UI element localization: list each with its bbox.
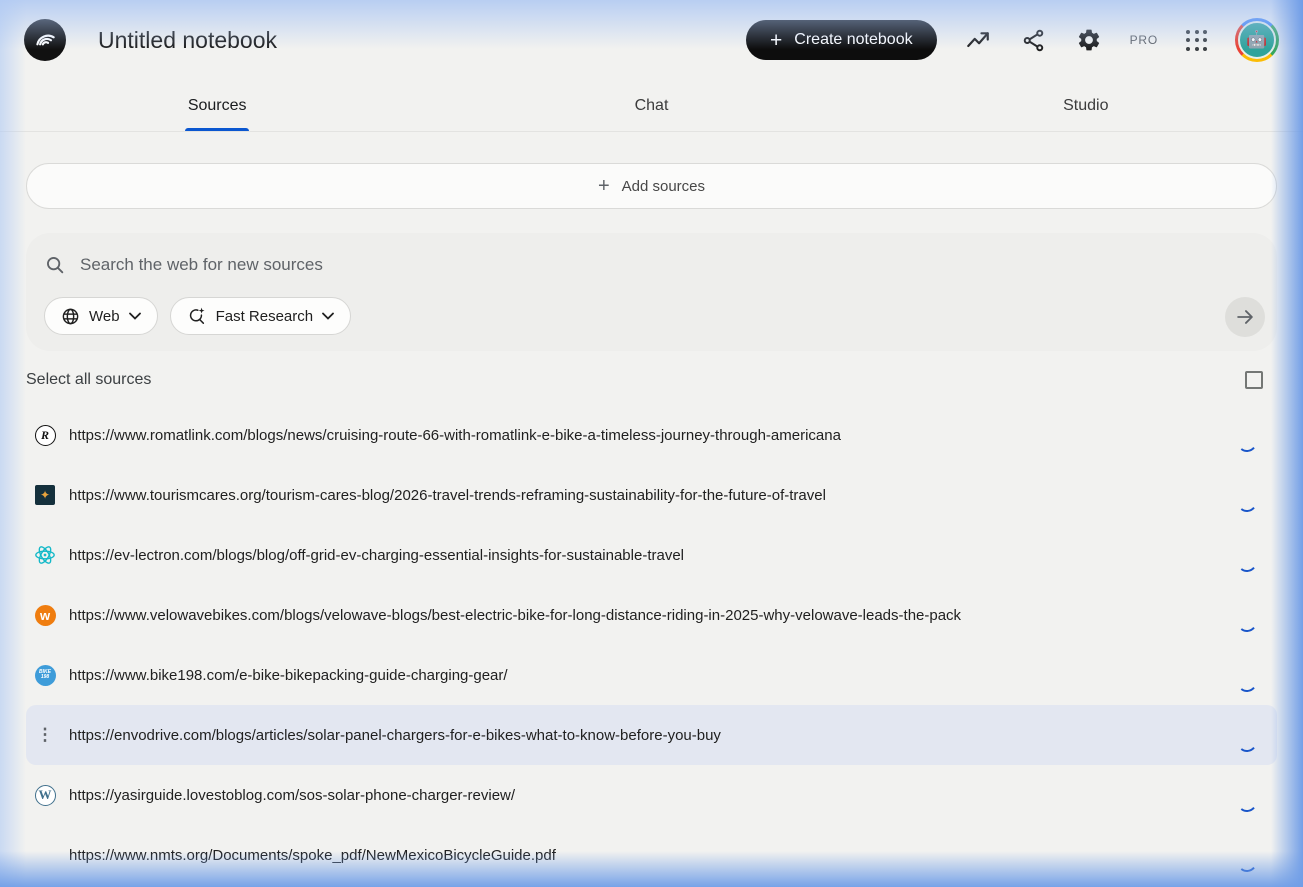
add-sources-button[interactable]: + Add sources [26,163,1277,209]
source-url: https://yasirguide.lovestoblog.com/sos-s… [69,786,516,804]
select-all-checkbox[interactable] [1245,371,1263,389]
arrow-right-icon [1237,310,1253,324]
search-row [44,247,1259,283]
source-row-status [1236,731,1258,753]
robot-avatar-icon: 🤖 [1238,21,1276,59]
loading-spinner-icon [1236,611,1258,633]
tourismcares-favicon-icon: ✦ [34,484,56,506]
loading-spinner-icon [1236,551,1258,573]
sparkle-search-icon [189,307,205,324]
loading-spinner-icon [1236,731,1258,753]
tab-bar: Sources Chat Studio [0,80,1303,132]
web-search-panel: Web Fast Research [26,233,1277,351]
source-url: https://ev-lectron.com/blogs/blog/off-gr… [69,546,684,564]
source-row[interactable]: w https://www.velowavebikes.com/blogs/vel… [26,585,1277,645]
share-icon [1023,29,1043,51]
tab-sources[interactable]: Sources [0,80,434,131]
kebab-menu-icon[interactable]: ⋮ [34,724,56,746]
source-row[interactable]: ⋮ https://envodrive.com/blogs/articles/so… [26,705,1277,765]
source-url: https://www.nmts.org/Documents/spoke_pdf… [69,846,556,864]
source-row-status [1236,611,1258,633]
bike198-favicon-icon: BIKE 198 [34,664,56,686]
header: Untitled notebook + Create notebook PRO … [0,0,1303,80]
apps-menu-button[interactable] [1184,28,1209,53]
source-row-status [1236,791,1258,813]
search-icon [47,257,64,274]
notebooklm-logo-icon[interactable] [24,19,66,61]
create-notebook-label: Create notebook [794,31,913,48]
source-url: https://www.bike198.com/e-bike-bikepacki… [69,666,508,684]
create-notebook-button[interactable]: + Create notebook [746,20,937,60]
share-button[interactable] [1019,26,1048,55]
source-row[interactable]: https://ev-lectron.com/blogs/blog/off-gr… [26,525,1277,585]
user-avatar[interactable]: 🤖 [1235,18,1279,62]
source-row[interactable]: Whttps://yasirguide.lovestoblog.com/sos-… [26,765,1277,825]
source-row[interactable]: https://www.nmts.org/Documents/spoke_pdf… [26,825,1277,885]
trending-up-icon [966,32,989,48]
source-row-status [1236,851,1258,873]
loading-spinner-icon [1236,791,1258,813]
source-row-status [1236,431,1258,453]
plus-icon: + [770,28,783,52]
gear-icon [1078,29,1099,51]
loading-spinner-icon [1236,851,1258,873]
search-input[interactable] [80,255,1259,275]
wordpress-favicon-icon: W [34,784,56,806]
source-url: https://www.velowavebikes.com/blogs/velo… [69,606,962,624]
source-row[interactable]: ✦ https://www.tourismcares.org/tourism-ca… [26,465,1277,525]
page-title[interactable]: Untitled notebook [98,27,746,54]
research-mode-chip[interactable]: Fast Research [169,297,352,335]
web-source-chip[interactable]: Web [44,297,158,335]
web-chip-label: Web [89,307,120,325]
romatlink-favicon-icon: R [34,424,56,446]
source-url: https://envodrive.com/blogs/articles/sol… [69,726,721,744]
source-row[interactable]: Rhttps://www.romatlink.com/blogs/news/cr… [26,405,1277,465]
source-row-status [1236,491,1258,513]
loading-spinner-icon [1236,671,1258,693]
search-submit-button[interactable] [1225,297,1265,337]
sources-panel: + Add sources Web [0,163,1303,885]
velowave-favicon-icon: w [34,604,56,626]
chevron-down-icon [128,312,141,320]
plus-icon: + [597,174,610,197]
source-row-status [1236,551,1258,573]
source-row-status [1236,671,1258,693]
search-filter-chips: Web Fast Research [44,297,1259,335]
loading-spinner-icon [1236,491,1258,513]
evlectron-favicon-icon [34,544,56,566]
select-all-row: Select all sources [26,368,1277,392]
favicon-empty [34,844,56,866]
globe-icon [62,308,79,324]
select-all-label: Select all sources [26,371,152,388]
settings-button[interactable] [1074,25,1104,55]
source-list: Rhttps://www.romatlink.com/blogs/news/cr… [26,405,1277,885]
add-sources-label: Add sources [621,177,706,195]
tab-studio[interactable]: Studio [869,80,1303,131]
pro-badge: PRO [1129,33,1158,47]
source-url: https://www.tourismcares.org/tourism-car… [69,486,826,504]
apps-grid-icon [1186,29,1207,51]
source-url: https://www.romatlink.com/blogs/news/cru… [69,426,841,444]
analytics-button[interactable] [963,25,993,55]
loading-spinner-icon [1236,431,1258,453]
chevron-down-icon [322,312,335,320]
research-chip-label: Fast Research [215,307,314,325]
header-actions: + Create notebook PRO 🤖 [746,18,1279,62]
source-row[interactable]: BIKE 198 https://www.bike198.com/e-bike-bi… [26,645,1277,705]
notebooklm-app: Untitled notebook + Create notebook PRO … [0,0,1303,887]
tab-chat[interactable]: Chat [434,80,868,131]
